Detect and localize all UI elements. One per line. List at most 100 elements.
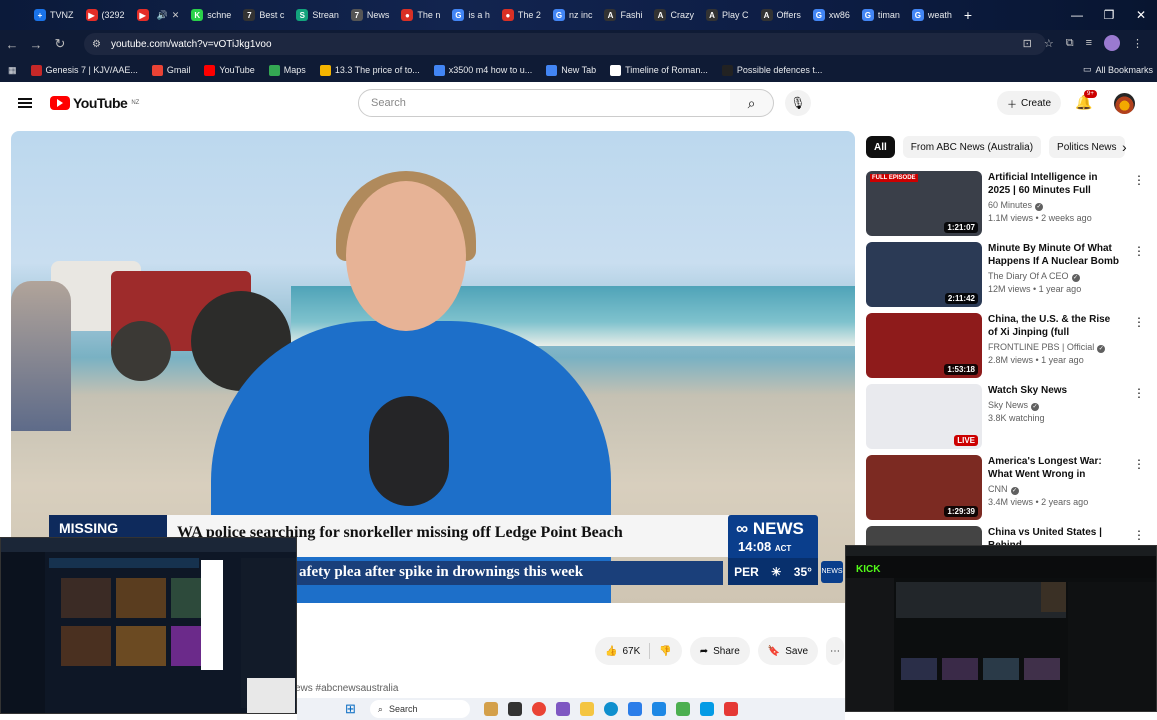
- browser-tab[interactable]: Gweath: [906, 3, 958, 27]
- browser-tab[interactable]: A Play C: [700, 3, 755, 27]
- bookmark-item[interactable]: YouTube: [204, 64, 255, 76]
- app-icon[interactable]: [699, 702, 714, 716]
- chevron-right-icon[interactable]: ›: [1122, 139, 1127, 155]
- minimize-icon[interactable]: —: [1061, 8, 1093, 22]
- browser-tab[interactable]: 7 Best c: [237, 3, 290, 27]
- app-icon[interactable]: [507, 702, 522, 716]
- side-panel-icon[interactable]: ≡: [1086, 37, 1092, 49]
- maximize-icon[interactable]: ❐: [1093, 8, 1125, 22]
- save-button[interactable]: 🔖 Save: [757, 637, 819, 665]
- app-icon[interactable]: [675, 702, 690, 716]
- browser-tab[interactable]: S Strean: [290, 3, 345, 27]
- overlay-window-casino[interactable]: [0, 537, 297, 714]
- recommendation-item[interactable]: 1:29:39 America's Longest War: What Went …: [866, 455, 1151, 526]
- video-thumbnail[interactable]: 2:11:42: [866, 242, 982, 307]
- more-options-icon[interactable]: ⋮: [1133, 315, 1145, 329]
- url-field[interactable]: ⚙ youtube.com/watch?v=vOTiJkg1voo: [84, 33, 1046, 55]
- app-icon[interactable]: [723, 702, 738, 716]
- create-button[interactable]: ＋ Create: [997, 91, 1062, 115]
- filter-chip[interactable]: From ABC News (Australia): [902, 136, 1042, 158]
- video-thumbnail[interactable]: FULL EPISODE 1:21:07: [866, 171, 982, 236]
- channel-name[interactable]: The Diary Of A CEO ✓: [988, 271, 1122, 282]
- browser-tab[interactable]: + TVNZ: [28, 3, 80, 27]
- app-icon[interactable]: [651, 702, 666, 716]
- bookmark-item[interactable]: Maps: [268, 64, 306, 76]
- overlay-window-kick[interactable]: KICK: [845, 545, 1157, 712]
- more-options-icon[interactable]: ⋮: [1133, 457, 1145, 471]
- bookmark-item[interactable]: 13.3 The price of to...: [319, 64, 420, 76]
- filter-chip[interactable]: Politics News: [1049, 136, 1125, 158]
- browser-tab[interactable]: A Fashi: [598, 3, 648, 27]
- extensions-icon[interactable]: ⧉: [1066, 37, 1074, 50]
- back-icon[interactable]: ←: [0, 37, 24, 52]
- browser-tab[interactable]: A Crazy: [648, 3, 700, 27]
- all-bookmarks[interactable]: ▭ All Bookmarks: [1083, 64, 1153, 75]
- recommendation-title[interactable]: Artificial Intelligence in 2025 | 60 Min…: [988, 171, 1122, 197]
- browser-tab[interactable]: Gnz inc: [547, 3, 599, 27]
- recommendation-item[interactable]: LIVE Watch Sky News Sky News ✓ 3.8K watching…: [866, 384, 1151, 455]
- profile-avatar[interactable]: [1104, 35, 1120, 51]
- search-button[interactable]: ⌕: [730, 89, 774, 117]
- bookmark-item[interactable]: New Tab: [546, 64, 596, 76]
- channel-name[interactable]: 60 Minutes ✓: [988, 200, 1122, 211]
- bookmark-item[interactable]: Genesis 7 | KJV/AAE...: [30, 64, 138, 76]
- video-thumbnail[interactable]: LIVE: [866, 384, 982, 449]
- close-window-icon[interactable]: ✕: [1125, 8, 1157, 22]
- forward-icon[interactable]: →: [24, 37, 48, 52]
- channel-name[interactable]: FRONTLINE PBS | Official ✓: [988, 342, 1122, 353]
- video-thumbnail[interactable]: 1:29:39: [866, 455, 982, 520]
- browser-tab[interactable]: ▶ (3292: [80, 3, 131, 27]
- bookmark-item[interactable]: Timeline of Roman...: [610, 64, 708, 76]
- browser-tab[interactable]: Gxw86: [807, 3, 856, 27]
- browser-tab[interactable]: Kschne: [185, 3, 237, 27]
- notifications-button[interactable]: 🔔 9+: [1075, 90, 1097, 111]
- browser-tab[interactable]: Gis a h: [446, 3, 496, 27]
- more-options-icon[interactable]: ⋮: [1133, 244, 1145, 258]
- windows-start-icon[interactable]: ⊞: [345, 701, 356, 717]
- voice-search-button[interactable]: 🎙: [785, 90, 811, 116]
- recommendation-item[interactable]: FULL EPISODE 1:21:07 Artificial Intelligen…: [866, 171, 1151, 242]
- install-icon[interactable]: ⊡: [1023, 37, 1032, 50]
- app-icon[interactable]: [555, 702, 570, 716]
- reload-icon[interactable]: ↻: [48, 36, 72, 52]
- video-player[interactable]: MISSING WA police searching for snorkell…: [11, 131, 855, 603]
- new-tab-icon[interactable]: +: [964, 7, 972, 23]
- more-options-icon[interactable]: ⋮: [1133, 528, 1145, 542]
- youtube-logo[interactable]: YouTube NZ: [50, 95, 139, 111]
- video-hashtags[interactable]: ews #abcnewsaustralia: [295, 683, 398, 694]
- browser-tab[interactable]: ▶ 🔊 ✕: [131, 3, 186, 27]
- bookmark-item[interactable]: x3500 m4 how to u...: [433, 64, 532, 76]
- site-info-icon[interactable]: ⚙: [92, 39, 101, 50]
- browser-tab[interactable]: ● The 2: [496, 3, 547, 27]
- search-input[interactable]: Search: [358, 89, 731, 117]
- close-tab-icon[interactable]: ✕: [172, 10, 180, 21]
- bookmark-item[interactable]: Possible defences t...: [721, 64, 822, 76]
- recommendation-title[interactable]: Watch Sky News: [988, 384, 1122, 397]
- channel-name[interactable]: Sky News ✓: [988, 400, 1122, 411]
- edge-icon[interactable]: [603, 702, 618, 716]
- taskbar-search[interactable]: ⌕ Search: [369, 700, 470, 718]
- audio-icon[interactable]: 🔊: [157, 10, 168, 21]
- video-thumbnail[interactable]: 1:53:18: [866, 313, 982, 378]
- chrome-icon[interactable]: [531, 702, 546, 716]
- more-options-icon[interactable]: ⋮: [1133, 386, 1145, 400]
- browser-tab[interactable]: A Offers: [755, 3, 807, 27]
- folder-icon[interactable]: [579, 702, 594, 716]
- recommendation-title[interactable]: China, the U.S. & the Rise of Xi Jinping…: [988, 313, 1122, 339]
- more-options-icon[interactable]: ⋮: [1133, 173, 1145, 187]
- browser-tab[interactable]: 7 News: [345, 3, 396, 27]
- bookmark-item[interactable]: Gmail: [151, 64, 190, 76]
- filter-chip[interactable]: All: [866, 136, 895, 158]
- like-count[interactable]: 67K: [622, 646, 640, 657]
- app-icon[interactable]: [627, 702, 642, 716]
- dislike-icon[interactable]: 👎: [659, 646, 671, 657]
- menu-icon[interactable]: ⋮: [1132, 37, 1143, 50]
- recommendation-item[interactable]: 1:53:18 China, the U.S. & the Rise of Xi …: [866, 313, 1151, 384]
- recommendation-item[interactable]: 2:11:42 Minute By Minute Of What Happens …: [866, 242, 1151, 313]
- apps-icon[interactable]: ▦: [8, 65, 17, 76]
- recommendation-title[interactable]: Minute By Minute Of What Happens If A Nu…: [988, 242, 1122, 268]
- browser-tab[interactable]: Gtiman: [856, 3, 906, 27]
- channel-name[interactable]: CNN ✓: [988, 484, 1122, 495]
- like-icon[interactable]: 👍: [605, 646, 617, 657]
- browser-tab[interactable]: ● The n: [395, 3, 446, 27]
